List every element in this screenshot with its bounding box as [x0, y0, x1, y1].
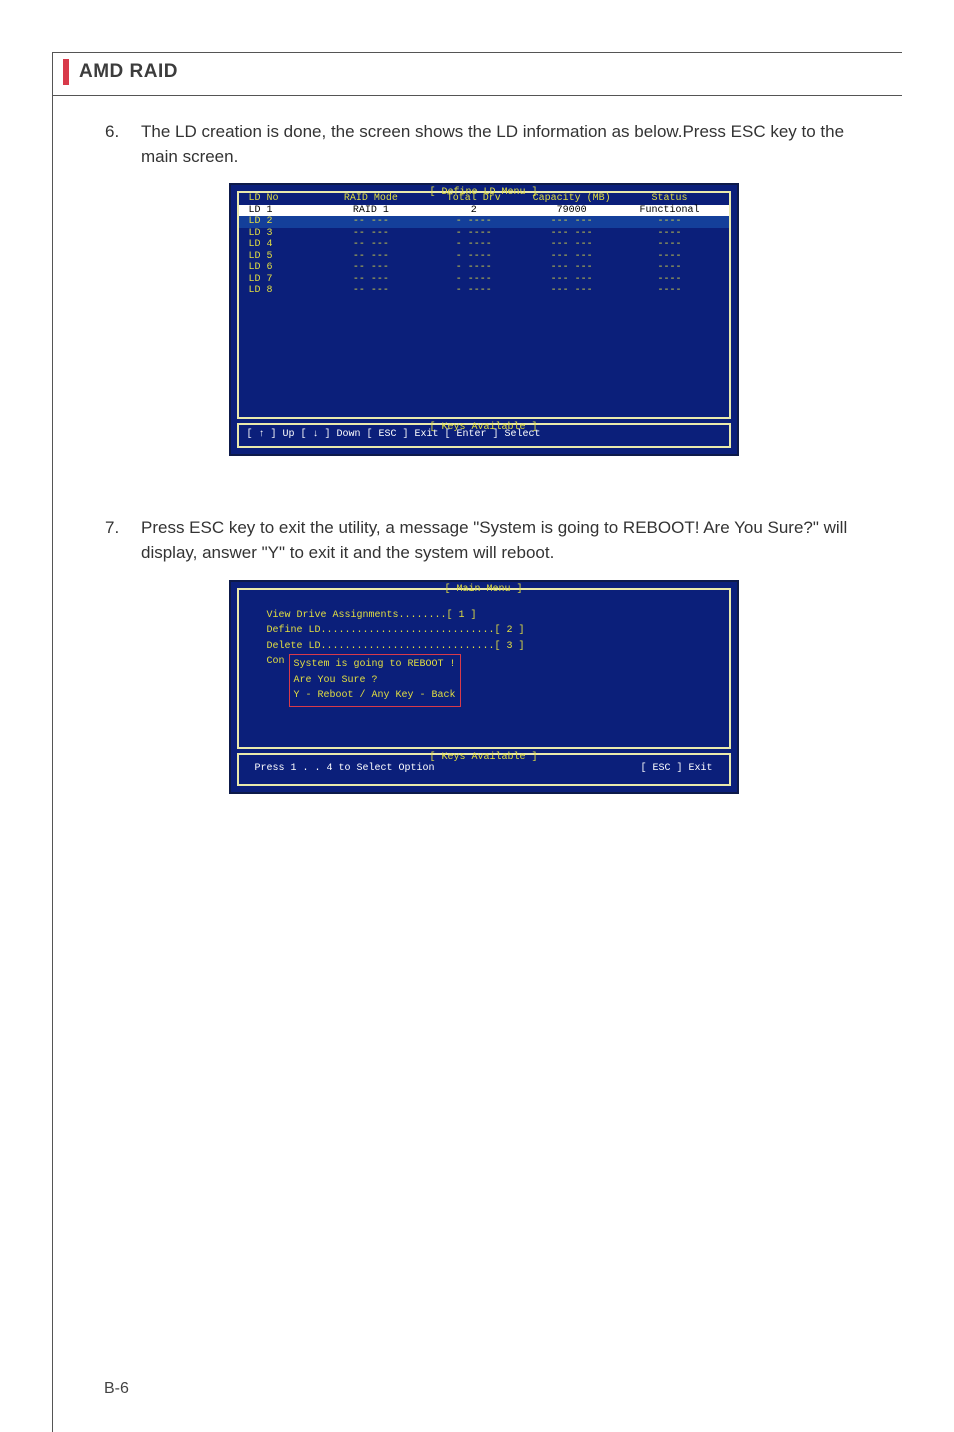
ld-row: LD 1 RAID 1 2 79000 Functional: [239, 205, 729, 217]
main-menu-body: View Drive Assignments........[ 1 ] Defi…: [239, 590, 729, 747]
reboot-dialog: System is going to REBOOT ! Are You Sure…: [289, 654, 461, 707]
menu-item-con-row: Con System is going to REBOOT ! Are You …: [267, 654, 701, 707]
ld-row: LD 7 -- --- - ---- --- --- ----: [239, 274, 729, 286]
menu-item-delete-ld: Delete LD.............................[ …: [267, 639, 701, 655]
step-7: 7. Press ESC key to exit the utility, a …: [105, 516, 862, 565]
bios-define-ld-box: [ Define LD Menu ] LD No RAID Mode Total…: [237, 191, 731, 419]
bios-main-menu-box: [ Main Menu ] View Drive Assignments....…: [237, 588, 731, 749]
ld-row: LD 3 -- --- - ---- --- --- ----: [239, 228, 729, 240]
menu-item-define-ld: Define LD.............................[ …: [267, 623, 701, 639]
ld-row: LD 5 -- --- - ---- --- --- ----: [239, 251, 729, 263]
menu-item-con-prefix: Con: [267, 654, 285, 670]
accent-bar-icon: [63, 59, 69, 85]
ld-col-status: Status: [621, 193, 719, 205]
bios-define-ld-screenshot: [ Define LD Menu ] LD No RAID Mode Total…: [229, 183, 739, 456]
ld-row: LD 8 -- --- - ---- --- --- ----: [239, 285, 729, 297]
keys-right: [ ESC ] Exit: [640, 763, 712, 775]
keys-left: Press 1 . . 4 to Select Option: [255, 763, 435, 775]
ld-body: LD 1 RAID 1 2 79000 Functional LD 2 -- -…: [239, 205, 729, 417]
ld-col-mode: RAID Mode: [317, 193, 425, 205]
content-area: 6. The LD creation is done, the screen s…: [53, 96, 902, 794]
section-header: AMD RAID: [53, 53, 902, 95]
step-6: 6. The LD creation is done, the screen s…: [105, 120, 862, 169]
step-text: Press ESC key to exit the utility, a mes…: [141, 516, 862, 565]
section-title: AMD RAID: [79, 61, 178, 83]
step-text: The LD creation is done, the screen show…: [141, 120, 862, 169]
reboot-line-2: Are You Sure ?: [294, 673, 456, 689]
page-number: B-6: [104, 1380, 129, 1398]
ld-row: LD 6 -- --- - ---- --- --- ----: [239, 262, 729, 274]
ld-row: LD 4 -- --- - ---- --- --- ----: [239, 239, 729, 251]
menu-item-view-drive: View Drive Assignments........[ 1 ]: [267, 608, 701, 624]
page-frame: AMD RAID 6. The LD creation is done, the…: [52, 52, 902, 1432]
bios-keys-box: [ Keys Available ] Press 1 . . 4 to Sele…: [237, 753, 731, 787]
step-number: 6.: [105, 120, 141, 169]
reboot-line-3: Y - Reboot / Any Key - Back: [294, 688, 456, 704]
ld-col-no: LD No: [249, 193, 318, 205]
ld-row: LD 2 -- --- - ---- --- --- ----: [239, 216, 729, 228]
bios-keys-box: [ Keys Available ] [ ↑ ] Up [ ↓ ] Down […: [237, 423, 731, 449]
step-number: 7.: [105, 516, 141, 565]
reboot-line-1: System is going to REBOOT !: [294, 657, 456, 673]
bios-main-menu-screenshot: [ Main Menu ] View Drive Assignments....…: [229, 580, 739, 795]
